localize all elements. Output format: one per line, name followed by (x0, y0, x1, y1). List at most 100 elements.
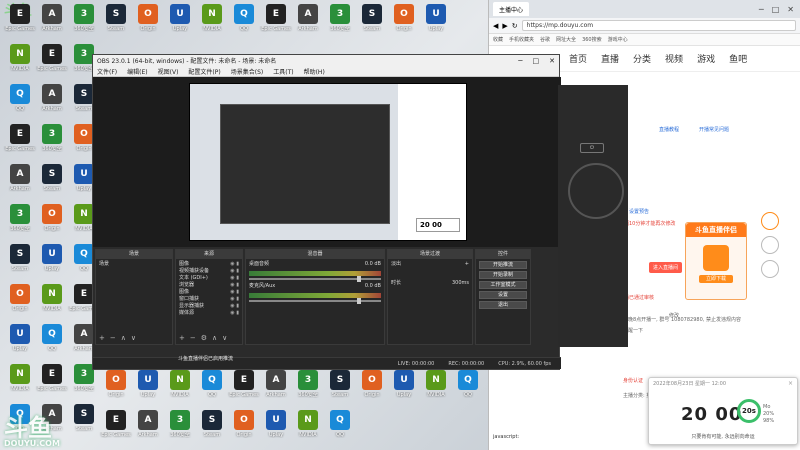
desktop-icon[interactable]: 3 360安全 (66, 4, 102, 44)
desktop-icon[interactable]: E Epic Games (98, 410, 134, 450)
bookmark-item[interactable]: 网址大全 (556, 36, 576, 43)
scene-item[interactable]: 场景 (99, 261, 169, 268)
transition-type[interactable]: 淡出 (391, 261, 401, 268)
nav-item[interactable]: 首页 (569, 52, 587, 65)
source-item[interactable]: 显示器捕获 ◉ ▮ (179, 303, 239, 310)
desktop-icon[interactable]: U Uplay (162, 4, 198, 44)
close-icon[interactable]: × (788, 380, 793, 387)
volume-slider[interactable] (249, 276, 381, 282)
desktop-icon[interactable]: A Arkham (258, 370, 294, 410)
timer-widget[interactable]: 2022年08月23日 星期一 12:00 × 20 00 20s Mo 20%… (648, 377, 798, 445)
source-item[interactable]: 窗口捕获 ◉ ▮ (179, 296, 239, 303)
control-button[interactable]: 开始推流 (479, 261, 527, 269)
desktop-icon[interactable]: N NVIDIA (2, 44, 38, 84)
link-live-tutorial[interactable]: 直播教程 (659, 126, 679, 133)
down-icon[interactable]: ∨ (222, 334, 227, 342)
promo-card[interactable]: 斗鱼直播伴侣 立即下载 (685, 222, 747, 300)
visibility-icon[interactable]: ◉ ▮ (230, 275, 239, 282)
desktop-icon[interactable]: Q QQ (226, 4, 262, 44)
desktop-icon[interactable]: U Uplay (418, 4, 454, 44)
desktop-icon[interactable]: E Epic Games (226, 370, 262, 410)
play-circle-icon[interactable] (761, 212, 779, 230)
visibility-icon[interactable]: ◉ ▮ (230, 268, 239, 275)
duration-input[interactable]: 300ms (452, 280, 469, 287)
visibility-icon[interactable]: ◉ ▮ (230, 296, 239, 303)
expand-icon[interactable] (761, 260, 779, 278)
desktop-icon[interactable]: 3 360安全 (290, 370, 326, 410)
desktop-icon[interactable]: A Arkham (130, 410, 166, 450)
up-icon[interactable]: ∧ (121, 334, 126, 342)
bookmark-item[interactable]: 游戏中心 (608, 36, 628, 43)
desktop-icon[interactable]: A Arkham (34, 4, 70, 44)
control-button[interactable]: 退出 (479, 301, 527, 309)
desktop-icon[interactable]: U Uplay (34, 244, 70, 284)
desktop-icon[interactable]: S Steam (194, 410, 230, 450)
source-item[interactable]: 文本 (GDI+) ◉ ▮ (179, 275, 239, 282)
back-icon[interactable]: ◀ (493, 22, 498, 30)
desktop-icon[interactable]: O Origin (2, 284, 38, 324)
control-button[interactable]: 工作室模式 (479, 281, 527, 289)
source-item[interactable]: 浏览器 ◉ ▮ (179, 282, 239, 289)
companion-start-button[interactable]: ⏻ (580, 143, 604, 153)
desktop-icon[interactable]: Q QQ (2, 84, 38, 124)
obs-menu-item[interactable]: 帮助(H) (304, 67, 325, 76)
minimize-icon[interactable]: ─ (518, 57, 522, 65)
desktop-icon[interactable]: A Arkham (290, 4, 326, 44)
desktop-icon[interactable]: N NVIDIA (2, 364, 38, 404)
desktop-icon[interactable]: O Origin (354, 370, 390, 410)
maximize-icon[interactable]: □ (533, 57, 540, 65)
desktop-icon[interactable]: S Steam (2, 244, 38, 284)
maximize-icon[interactable]: □ (772, 5, 780, 14)
desktop-icon[interactable]: N NVIDIA (34, 284, 70, 324)
desktop-icon[interactable]: 3 360安全 (34, 124, 70, 164)
add-icon[interactable]: + (465, 261, 469, 268)
desktop-icon[interactable]: U Uplay (258, 410, 294, 450)
bookmark-item[interactable]: 360搜索 (582, 36, 602, 43)
obs-menu-item[interactable]: 编辑(E) (127, 67, 147, 76)
reload-icon[interactable]: ↻ (512, 22, 518, 30)
desktop-icon[interactable]: S Steam (66, 404, 102, 444)
bookmark-item[interactable]: 谷歌 (540, 36, 550, 43)
desktop-icon[interactable]: O Origin (130, 4, 166, 44)
nav-item[interactable]: 鱼吧 (729, 52, 747, 65)
nav-item[interactable]: 分类 (633, 52, 651, 65)
desktop-icon[interactable]: 3 360安全 (162, 410, 198, 450)
obs-menu-item[interactable]: 视图(V) (158, 67, 179, 76)
desktop-icon[interactable]: S Steam (322, 370, 358, 410)
desktop-icon[interactable]: A Arkham (34, 84, 70, 124)
console-input[interactable]: javascript: (489, 434, 639, 444)
add-icon[interactable]: + (99, 334, 105, 342)
nav-item[interactable]: 游戏 (697, 52, 715, 65)
add-icon[interactable]: + (179, 334, 185, 342)
desktop-icon[interactable]: 3 360安全 (322, 4, 358, 44)
obs-preview[interactable]: 20 00 (93, 77, 561, 247)
nav-item[interactable]: 视频 (665, 52, 683, 65)
desktop-icon[interactable]: U Uplay (2, 324, 38, 364)
gear-icon[interactable]: ⚙ (201, 334, 207, 342)
up-icon[interactable]: ∧ (212, 334, 217, 342)
remove-icon[interactable]: − (190, 334, 196, 342)
desktop-icon[interactable]: U Uplay (386, 370, 422, 410)
desktop-icon[interactable]: E Epic Games (34, 364, 70, 404)
bookmark-item[interactable]: 收藏 (493, 36, 503, 43)
forward-icon[interactable]: ▶ (502, 22, 507, 30)
desktop-icon[interactable]: Q QQ (450, 370, 486, 410)
desktop-icon[interactable]: N NVIDIA (290, 410, 326, 450)
desktop-icon[interactable]: Q QQ (322, 410, 358, 450)
close-icon[interactable]: ✕ (549, 57, 555, 65)
bookmark-item[interactable]: 手机收藏夹 (509, 36, 534, 43)
down-icon[interactable]: ∨ (131, 334, 136, 342)
desktop-icon[interactable]: N NVIDIA (162, 370, 198, 410)
slider-knob[interactable] (357, 298, 361, 304)
visibility-icon[interactable]: ◉ ▮ (230, 282, 239, 289)
desktop-icon[interactable]: S Steam (354, 4, 390, 44)
link-faq[interactable]: 开播常见问题 (699, 126, 729, 133)
desktop-icon[interactable]: O Origin (226, 410, 262, 450)
visibility-icon[interactable]: ◉ ▮ (230, 289, 239, 296)
browser-tab[interactable]: 主播中心 (493, 2, 530, 16)
close-icon[interactable]: ✕ (787, 5, 794, 14)
visibility-icon[interactable]: ◉ ▮ (230, 303, 239, 310)
desktop-icon[interactable]: E Epic Games (258, 4, 294, 44)
source-item[interactable]: 视频捕获设备 ◉ ▮ (179, 268, 239, 275)
volume-slider[interactable] (249, 298, 381, 304)
